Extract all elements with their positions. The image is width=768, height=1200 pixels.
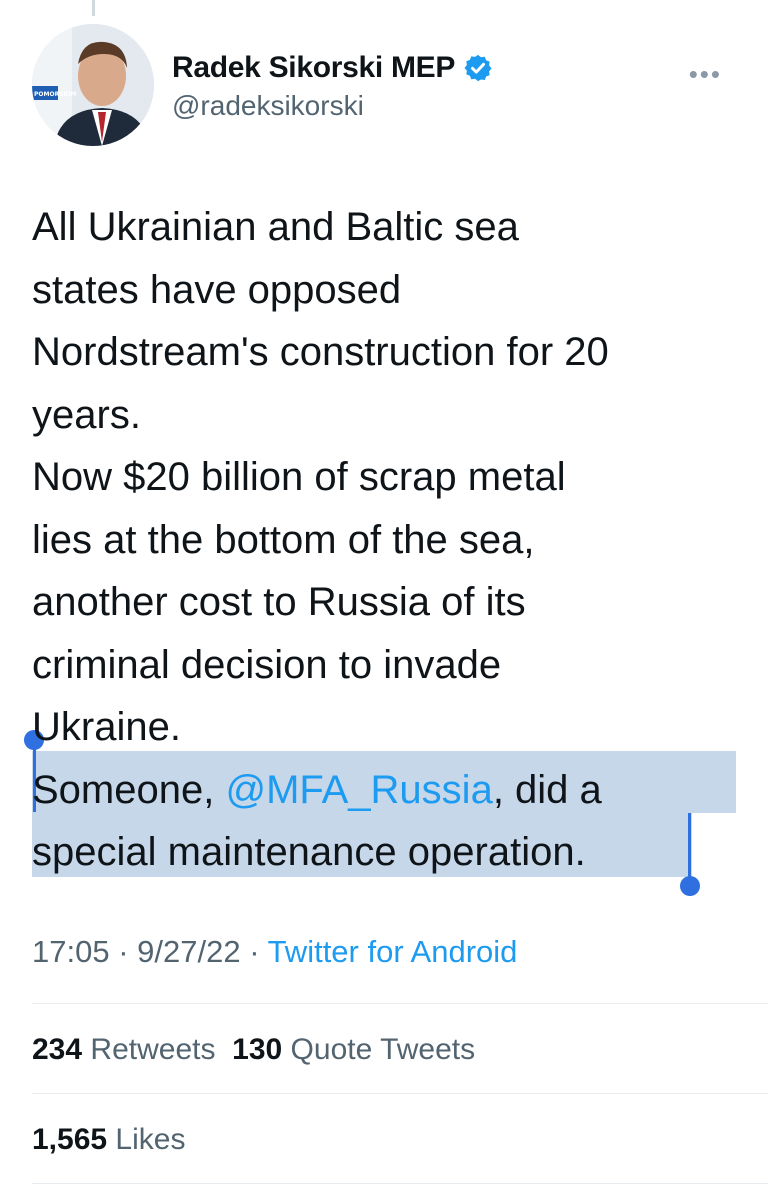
likes-stats: 1,565 Likes [32, 1123, 185, 1157]
mention-link[interactable]: @MFA_Russia [225, 768, 492, 812]
tweet-text-line: criminal decision to invade [32, 642, 502, 687]
tweet-text: All Ukrainian and Baltic sea states have… [32, 196, 744, 884]
divider [32, 1093, 768, 1094]
tweet-text-line-mention: Someone, @MFA_Russia, did a [32, 759, 744, 822]
more-options-icon[interactable]: ••• [689, 61, 722, 87]
tweet-text-line: another cost to Russia of its [32, 580, 526, 624]
tweet-text-line: special maintenance operation. [32, 830, 586, 874]
tweet-metadata: 17:05 · 9/27/22 · Twitter for Android [32, 934, 517, 970]
tweet-text-line: years. [32, 392, 141, 437]
thread-connector-line [92, 0, 95, 16]
tweet-text-line: lies at the bottom of the sea, [32, 517, 535, 562]
tweet-header: POMORSKIM Radek Sikorski MEP @radeksikor… [32, 24, 736, 148]
quote-tweets-link[interactable]: 130 Quote Tweets [232, 1033, 475, 1066]
tweet-source-link[interactable]: Twitter for Android [268, 934, 518, 969]
tweet-text-line: Now $20 billion of scrap metal [32, 455, 566, 499]
tweet-time[interactable]: 17:05 [32, 934, 110, 969]
meta-separator: · [109, 934, 138, 969]
quote-tweets-label: Quote Tweets [290, 1033, 476, 1066]
avatar[interactable]: POMORSKIM [32, 24, 154, 146]
author-display-name[interactable]: Radek Sikorski MEP [172, 51, 455, 85]
avatar-image: POMORSKIM [32, 24, 154, 146]
likes-count: 1,565 [32, 1123, 108, 1156]
likes-label: Likes [115, 1123, 186, 1156]
text-before-mention: Someone, [32, 767, 226, 812]
tweet-text-line: Ukraine. [32, 705, 181, 749]
author-names: Radek Sikorski MEP @radeksikorski [172, 48, 493, 122]
meta-separator: · [240, 934, 268, 969]
author-handle[interactable]: @radeksikorski [172, 90, 493, 122]
tweet-date[interactable]: 9/27/22 [137, 934, 240, 969]
text-after-mention: , did a [492, 767, 602, 812]
retweets-count: 234 [32, 1033, 83, 1066]
retweets-label: Retweets [90, 1033, 216, 1066]
tweet-text-line: Nordstream's construction for 20 [32, 330, 609, 374]
likes-link[interactable]: 1,565 Likes [32, 1123, 185, 1156]
tweet-text-line: All Ukrainian and Baltic sea [32, 205, 519, 249]
divider [32, 1183, 768, 1184]
divider [32, 1003, 768, 1004]
tweet-text-line: states have opposed [32, 267, 402, 312]
avatar-badge-text: POMORSKIM [34, 91, 76, 98]
verified-badge-icon [464, 54, 492, 82]
quote-tweets-count: 130 [232, 1033, 283, 1066]
retweets-link[interactable]: 234 Retweets [32, 1033, 215, 1066]
display-name-row: Radek Sikorski MEP [172, 48, 493, 88]
retweet-stats: 234 Retweets 130 Quote Tweets [32, 1033, 475, 1067]
